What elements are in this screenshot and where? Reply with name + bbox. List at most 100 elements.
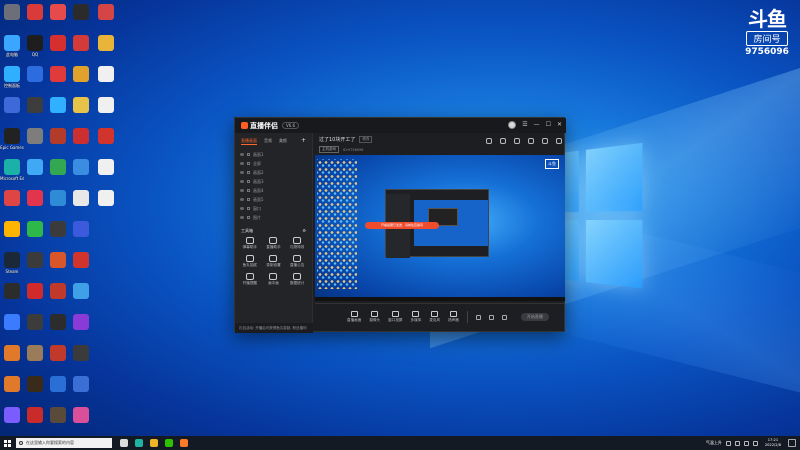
- bag-icon[interactable]: [500, 138, 506, 144]
- desktop-icon[interactable]: [0, 221, 24, 245]
- tab-audio[interactable]: 音频: [264, 138, 272, 145]
- desktop-icon[interactable]: [23, 97, 47, 121]
- source-button[interactable]: 窗口投屏: [388, 311, 403, 323]
- eye-icon[interactable]: [240, 189, 244, 192]
- scene-item[interactable]: 窗口: [240, 204, 307, 213]
- close-icon[interactable]: ✕: [557, 121, 562, 129]
- settings-icon[interactable]: ⚙: [302, 228, 306, 234]
- explorer-icon[interactable]: [150, 439, 158, 447]
- tool-item[interactable]: 鱼丸抽奖: [238, 255, 262, 268]
- desktop-icon[interactable]: [46, 252, 70, 276]
- source-button[interactable]: 扬声器: [448, 311, 459, 323]
- tool-item[interactable]: 开播提醒: [238, 273, 262, 286]
- desktop-icon[interactable]: [23, 190, 47, 214]
- lock-icon[interactable]: [247, 216, 250, 219]
- desktop-icon[interactable]: QQ: [23, 35, 47, 59]
- desktop-icon[interactable]: [46, 4, 70, 28]
- tool-item[interactable]: 录制设置: [262, 255, 286, 268]
- task-view-icon[interactable]: [120, 439, 128, 447]
- edge-icon[interactable]: [135, 439, 143, 447]
- desktop-icon[interactable]: [23, 221, 47, 245]
- desktop-icon[interactable]: [69, 345, 93, 369]
- promo-strip[interactable]: 礼包活动: 开播后可获得鱼丸奖励, 粉丝福利: [235, 323, 313, 333]
- desktop-icon[interactable]: Steam: [0, 252, 24, 276]
- lock-icon[interactable]: [247, 171, 250, 174]
- tab-scene[interactable]: 直播画面: [241, 138, 257, 145]
- tool-item[interactable]: 直播助手: [262, 237, 286, 250]
- desktop-icon[interactable]: [69, 66, 93, 90]
- scene-item[interactable]: 画面1: [240, 150, 307, 159]
- tab-beauty[interactable]: 美颜: [279, 138, 287, 145]
- desktop-icon[interactable]: [46, 283, 70, 307]
- desktop-icon[interactable]: [69, 407, 93, 431]
- weather-text[interactable]: 气温上升: [706, 440, 722, 446]
- chevron-up-icon[interactable]: [725, 440, 731, 446]
- lock-icon[interactable]: [247, 198, 250, 201]
- desktop-icon[interactable]: [0, 97, 24, 121]
- wechat-icon[interactable]: [165, 439, 173, 447]
- clock[interactable]: 17:21 2022/2/8: [765, 438, 781, 448]
- heat-icon[interactable]: [514, 138, 520, 144]
- desktop-icon[interactable]: [23, 66, 47, 90]
- desktop-icon[interactable]: [23, 159, 47, 183]
- desktop-icon[interactable]: [94, 4, 118, 28]
- desktop-icon[interactable]: [46, 35, 70, 59]
- scene-item[interactable]: 画面5: [240, 195, 307, 204]
- desktop-icon[interactable]: [69, 159, 93, 183]
- desktop-icon[interactable]: 此电脑: [0, 35, 24, 59]
- tool-item[interactable]: 弹幕助手: [238, 237, 262, 250]
- version-badge[interactable]: V6.6: [282, 122, 300, 129]
- eye-icon[interactable]: [240, 171, 244, 174]
- desktop-icon[interactable]: [0, 345, 24, 369]
- desktop-icon[interactable]: [94, 159, 118, 183]
- category-badge[interactable]: 主机游戏: [319, 146, 339, 153]
- desktop-icon[interactable]: [23, 345, 47, 369]
- desktop-icon[interactable]: [23, 128, 47, 152]
- desktop-icon[interactable]: Epic Games: [0, 128, 24, 152]
- maximize-icon[interactable]: ☐: [546, 121, 551, 129]
- menu-icon[interactable]: ☰: [522, 121, 527, 129]
- eye-icon[interactable]: [240, 216, 244, 219]
- message-icon[interactable]: [528, 138, 534, 144]
- record-icon[interactable]: [475, 314, 481, 320]
- desktop-icon[interactable]: [46, 159, 70, 183]
- tool-item[interactable]: 数据统计: [285, 273, 309, 286]
- desktop-icon[interactable]: [46, 66, 70, 90]
- desktop-icon[interactable]: [69, 376, 93, 400]
- lock-icon[interactable]: [247, 207, 250, 210]
- desktop-icon[interactable]: 控制面板: [0, 66, 24, 90]
- lock-icon[interactable]: [247, 162, 250, 165]
- desktop-icon[interactable]: [0, 4, 24, 28]
- bell-icon[interactable]: [542, 138, 548, 144]
- douyu-icon[interactable]: [180, 439, 188, 447]
- share-icon[interactable]: [556, 138, 562, 144]
- desktop-icon[interactable]: [69, 128, 93, 152]
- stream-preview[interactable]: 开播提醒已发送，请前往直播间 斗鱼: [315, 155, 565, 301]
- scene-item[interactable]: 全屏: [240, 159, 307, 168]
- tool-item[interactable]: 直播公告: [285, 255, 309, 268]
- lock-icon[interactable]: [247, 189, 250, 192]
- desktop-icon[interactable]: [69, 314, 93, 338]
- layout-icon[interactable]: [501, 314, 507, 320]
- desktop-icon[interactable]: [46, 407, 70, 431]
- volume-icon[interactable]: [743, 440, 749, 446]
- scene-item[interactable]: 画面2: [240, 168, 307, 177]
- eye-icon[interactable]: [240, 180, 244, 183]
- tool-item[interactable]: 画中画: [262, 273, 286, 286]
- desktop-icon[interactable]: [46, 190, 70, 214]
- avatar[interactable]: [508, 121, 517, 129]
- desktop-icon[interactable]: Microsoft Edge: [0, 159, 24, 183]
- eye-icon[interactable]: [240, 162, 244, 165]
- desktop-icon[interactable]: [69, 97, 93, 121]
- desktop-icon[interactable]: [23, 4, 47, 28]
- source-button[interactable]: 麦克风: [429, 311, 440, 323]
- desktop-icon[interactable]: [46, 314, 70, 338]
- desktop-icon[interactable]: [46, 376, 70, 400]
- desktop-icon[interactable]: [0, 283, 24, 307]
- desktop-icon[interactable]: [23, 376, 47, 400]
- lock-icon[interactable]: [247, 153, 250, 156]
- desktop-icon[interactable]: [23, 407, 47, 431]
- start-button[interactable]: [0, 436, 14, 450]
- lock-icon[interactable]: [247, 180, 250, 183]
- desktop-icon[interactable]: [0, 376, 24, 400]
